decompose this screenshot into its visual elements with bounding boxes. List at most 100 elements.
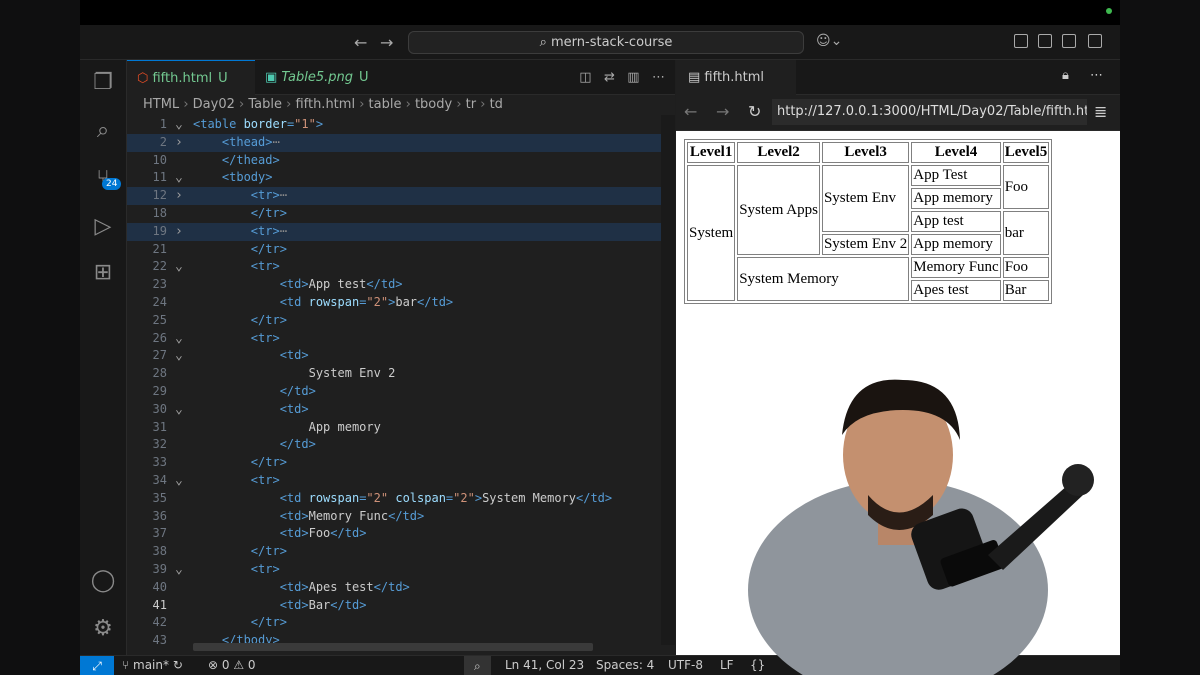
code-line[interactable]: 2 › <thead>⋯: [127, 133, 675, 152]
code-line[interactable]: 28 System Env 2: [127, 365, 675, 383]
code-line[interactable]: 10 </thead>: [127, 152, 675, 170]
code-text: App memory: [193, 419, 381, 437]
code-line[interactable]: 42 </tr>: [127, 614, 675, 632]
fold-collapsed-icon[interactable]: ›: [175, 134, 187, 152]
code-line[interactable]: 30 ⌄ <td>: [127, 401, 675, 419]
end-of-line[interactable]: LF: [720, 658, 734, 672]
code-line[interactable]: 18 </tr>: [127, 205, 675, 223]
fold-collapsed-icon[interactable]: ›: [175, 223, 187, 241]
lock-icon[interactable]: 🔒︎: [1062, 68, 1069, 83]
code-line[interactable]: 33 </tr>: [127, 454, 675, 472]
line-number: 24: [152, 295, 167, 309]
code-line[interactable]: 38 </tr>: [127, 543, 675, 561]
header-cell: Level2: [737, 142, 820, 163]
fold-expanded-icon[interactable]: ⌄: [175, 169, 187, 187]
code-line[interactable]: 21 </tr>: [127, 241, 675, 259]
code-line[interactable]: 35 <td rowspan="2" colspan="2">System Me…: [127, 490, 675, 508]
encoding[interactable]: UTF-8: [668, 658, 703, 672]
fold-expanded-icon[interactable]: ⌄: [175, 330, 187, 348]
problems-status[interactable]: ⊗ 0 ⚠ 0: [208, 658, 256, 672]
reload-icon[interactable]: ↻: [748, 102, 761, 121]
code-line[interactable]: 11 ⌄ <tbody>: [127, 169, 675, 187]
breadcrumb-item[interactable]: table: [369, 97, 402, 112]
breadcrumb-item[interactable]: Table: [248, 97, 282, 112]
code-line[interactable]: 37 <td>Foo</td>: [127, 525, 675, 543]
code-line[interactable]: 26 ⌄ <tr>: [127, 330, 675, 348]
tab-fifth-html[interactable]: ⬡ fifth.html U: [127, 60, 255, 95]
code-line[interactable]: 1 ⌄ <table border="1">: [127, 116, 675, 134]
more-actions-icon[interactable]: ⋯: [1090, 68, 1103, 83]
minimap[interactable]: [661, 115, 675, 645]
split-editor-icon[interactable]: ▥: [627, 70, 639, 85]
search-icon[interactable]: ⌕: [90, 118, 116, 144]
breadcrumb-item[interactable]: fifth.html: [295, 97, 355, 112]
fold-expanded-icon[interactable]: ⌄: [175, 561, 187, 579]
code-line[interactable]: 23 <td>App test</td>: [127, 276, 675, 294]
breadcrumb-separator-icon: ›: [281, 97, 296, 112]
code-line[interactable]: 25 </tr>: [127, 312, 675, 330]
customize-layout-icon[interactable]: [1014, 34, 1028, 48]
breadcrumb-item[interactable]: HTML: [143, 97, 179, 112]
horizontal-scrollbar[interactable]: [193, 643, 593, 651]
code-line[interactable]: 36 <td>Memory Func</td>: [127, 508, 675, 526]
breadcrumb-item[interactable]: Day02: [193, 97, 235, 112]
code-line[interactable]: 39 ⌄ <tr>: [127, 561, 675, 579]
back-arrow-icon[interactable]: ←: [354, 33, 367, 52]
fold-expanded-icon[interactable]: ⌄: [175, 347, 187, 365]
code-token: </td>: [279, 437, 316, 452]
code-line[interactable]: 22 ⌄ <tr>: [127, 258, 675, 276]
code-editor[interactable]: 1 ⌄ <table border="1"> 2 › <thead>⋯ 10 </thea…: [127, 116, 675, 647]
more-actions-icon[interactable]: ⋯: [652, 70, 665, 85]
explorer-icon[interactable]: ❐: [90, 70, 116, 96]
code-line[interactable]: 41 <td>Bar</td>: [127, 597, 675, 615]
forward-arrow-icon[interactable]: →: [716, 102, 729, 121]
fold-collapsed-icon[interactable]: ›: [175, 187, 187, 205]
branch-status[interactable]: ⑂ main* ↻: [122, 658, 183, 672]
toggle-secondary-sidebar-icon[interactable]: [1088, 34, 1102, 48]
indentation[interactable]: Spaces: 4: [596, 658, 654, 672]
toggle-sidebar-icon[interactable]: [1038, 34, 1052, 48]
fold-expanded-icon[interactable]: ⌄: [175, 401, 187, 419]
run-debug-icon[interactable]: ▷: [90, 214, 116, 240]
account-icon[interactable]: ◯: [90, 568, 116, 594]
fold-expanded-icon[interactable]: ⌄: [175, 258, 187, 276]
code-text: </tr>: [193, 241, 287, 259]
tab-preview-fifth-html[interactable]: ▤ fifth.html ✕: [676, 60, 796, 120]
menu-strip: [80, 0, 1120, 25]
code-line[interactable]: 34 ⌄ <tr>: [127, 472, 675, 490]
fold-expanded-icon[interactable]: ⌄: [175, 116, 187, 134]
url-input[interactable]: http://127.0.0.1:3000/HTML/Day02/Table/f…: [772, 99, 1087, 125]
command-center-search[interactable]: ⌕ mern-stack-course: [408, 31, 804, 54]
cursor-position[interactable]: Ln 41, Col 23: [505, 658, 584, 672]
breadcrumb-item[interactable]: td: [490, 97, 503, 112]
code-line[interactable]: 32 </td>: [127, 436, 675, 454]
breadcrumb-item[interactable]: tr: [466, 97, 476, 112]
code-line[interactable]: 29 </td>: [127, 383, 675, 401]
tab-table5-png[interactable]: ▣ Table5.png U: [255, 60, 383, 95]
code-line[interactable]: 24 <td rowspan="2">bar</td>: [127, 294, 675, 312]
remote-indicator-icon[interactable]: ⤢: [80, 656, 114, 675]
code-line[interactable]: 40 <td>Apes test</td>: [127, 579, 675, 597]
compare-changes-icon[interactable]: ⇄: [604, 70, 615, 85]
breadcrumb-item[interactable]: tbody: [415, 97, 452, 112]
copilot-icon[interactable]: ☺⌄: [816, 33, 842, 49]
code-line[interactable]: 31 App memory: [127, 419, 675, 437]
toggle-panel-icon[interactable]: [1062, 34, 1076, 48]
code-line[interactable]: 12 › <tr>⋯: [127, 187, 675, 205]
manage-gear-icon[interactable]: ⚙: [90, 616, 116, 642]
zoom-icon[interactable]: ⌕: [464, 656, 491, 675]
code-line[interactable]: 19 › <tr>⋯: [127, 222, 675, 241]
back-arrow-icon[interactable]: ←: [684, 102, 697, 121]
forward-arrow-icon[interactable]: →: [380, 33, 393, 52]
extensions-icon[interactable]: ⊞: [90, 260, 116, 286]
code-token: </tr>: [250, 544, 287, 559]
open-preview-icon[interactable]: ◫: [579, 70, 591, 85]
fold-expanded-icon[interactable]: ⌄: [175, 472, 187, 490]
header-cell: Level5: [1002, 142, 1050, 163]
code-line[interactable]: 27 ⌄ <td>: [127, 347, 675, 365]
code-token: </td>: [279, 384, 316, 398]
menu-icon[interactable]: ≣: [1094, 102, 1107, 121]
